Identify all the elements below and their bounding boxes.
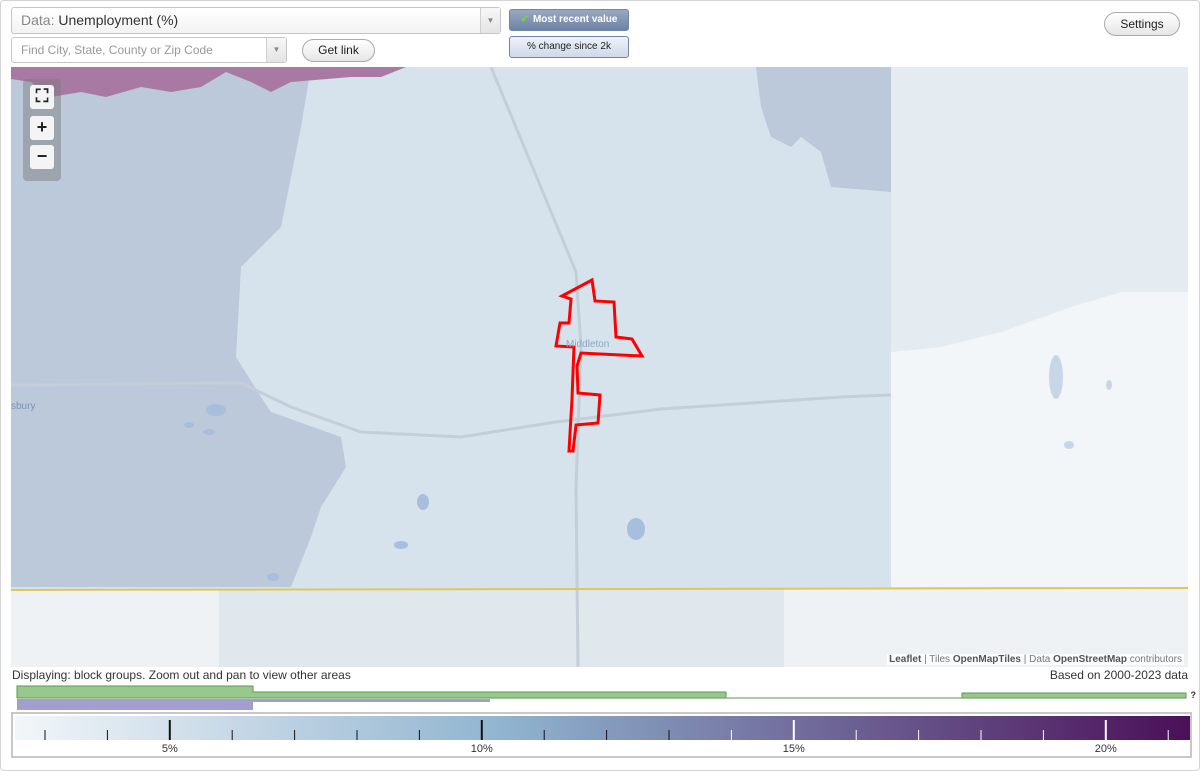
color-legend: 5% 10% 15% 20% [11, 712, 1192, 758]
map-tiles [11, 67, 1188, 667]
histogram-help-icon[interactable]: ? [1191, 690, 1197, 700]
attribution-text: contributors [1126, 654, 1182, 665]
place-label-edge: sbury [11, 401, 36, 412]
map[interactable]: Middleton sbury ⛶ + − Leaflet | Tiles Op… [11, 67, 1188, 667]
zoom-controls: ⛶ + − [23, 79, 61, 181]
legend-tick-label: 5% [162, 743, 178, 755]
legend-scale: 5% 10% 15% 20% [15, 716, 1190, 755]
data-select[interactable]: Data: Unemployment (%) ▼ [11, 7, 501, 34]
displaying-info: Displaying: block groups. Zoom out and p… [12, 668, 351, 682]
data-select-value: Unemployment (%) [58, 12, 179, 28]
data-years-info: Based on 2000-2023 data [1049, 668, 1188, 682]
fullscreen-icon[interactable]: ⛶ [30, 85, 54, 109]
search-input[interactable] [12, 38, 262, 62]
attribution-text: | Tiles [921, 654, 953, 665]
data-select-prefix: Data: [21, 12, 55, 28]
zoom-in-button[interactable]: + [30, 116, 54, 140]
zoom-out-button[interactable]: − [30, 145, 54, 169]
attribution-text: | Data [1021, 654, 1054, 665]
most-recent-value-button[interactable]: ✔ Most recent value [509, 9, 629, 31]
openstreetmap-link[interactable]: OpenStreetMap [1053, 654, 1127, 665]
legend-tick-label: 20% [1095, 743, 1117, 755]
map-attribution: Leaflet | Tiles OpenMapTiles | Data Open… [887, 654, 1184, 665]
most-recent-label: Most recent value [532, 14, 618, 25]
openmaptiles-link[interactable]: OpenMapTiles [953, 654, 1021, 665]
get-link-button[interactable]: Get link [302, 39, 375, 62]
legend-tick-label: 10% [471, 743, 493, 755]
town-label: Middleton [566, 339, 610, 350]
distribution-histogram[interactable] [12, 684, 1192, 712]
settings-button[interactable]: Settings [1104, 12, 1180, 36]
check-icon: ✔ [520, 14, 529, 25]
leaflet-link[interactable]: Leaflet [889, 654, 921, 665]
percent-change-button[interactable]: % change since 2k [509, 36, 629, 58]
location-search[interactable]: ▼ [11, 37, 287, 63]
legend-tick-label: 15% [783, 743, 805, 755]
chevron-down-icon[interactable]: ▼ [480, 8, 500, 33]
chevron-down-icon[interactable]: ▼ [266, 38, 286, 62]
